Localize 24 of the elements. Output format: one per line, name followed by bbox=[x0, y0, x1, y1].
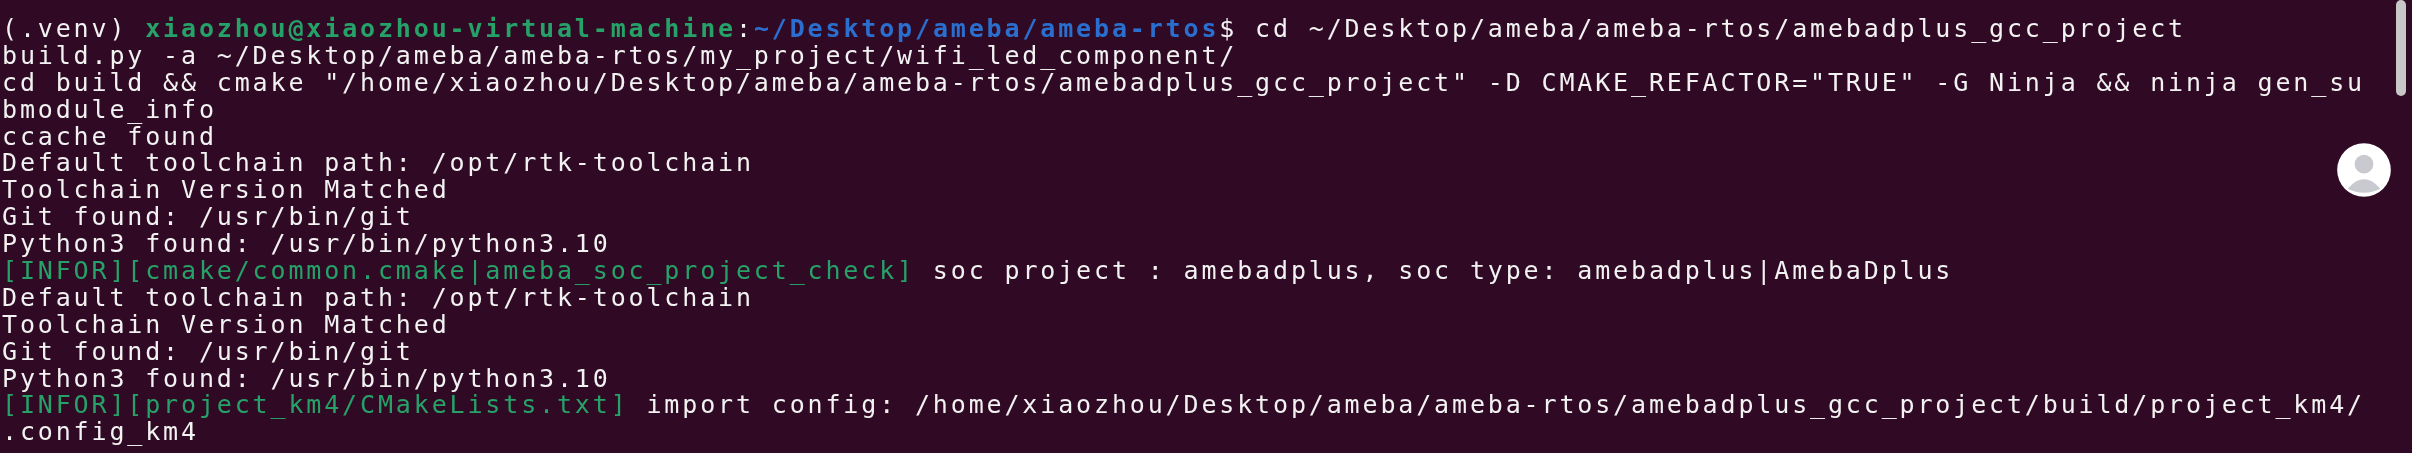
terminal-text: ~/Desktop/ameba/ameba-rtos bbox=[753, 16, 1220, 43]
terminal-text: Toolchain Version Matched bbox=[2, 311, 450, 339]
terminal-text: cd build && cmake "/home/xiaozhou/Desktop/ameba/ameba-rtos/amebadplus_gcc_project" -D CMAKE_REFACTOR="TRUE" -G Ninja && ninja gen_su bbox=[2, 69, 2365, 97]
terminal-text: .config_km4 bbox=[2, 419, 199, 447]
avatar-icon[interactable] bbox=[2336, 142, 2392, 198]
terminal-text: ccache found bbox=[2, 123, 217, 151]
terminal-text: (.venv) bbox=[2, 16, 129, 43]
terminal-text: build.py -a ~/Desktop/ameba/ameba-rtos/my_project/wifi_led_component/ bbox=[2, 42, 1238, 70]
terminal-text: Default toolchain path: /opt/rtk-toolchain bbox=[2, 284, 754, 312]
terminal-text: : bbox=[735, 16, 754, 43]
scrollbar[interactable] bbox=[2396, 0, 2406, 96]
terminal-text: bmodule_info bbox=[2, 96, 217, 124]
terminal-text: Git found: /usr/bin/git bbox=[2, 338, 414, 366]
terminal-text: Python3 found: /usr/bin/python3.10 bbox=[2, 231, 611, 258]
terminal-text: soc project : amebadplus, soc type: amebadplus|AmebaDplus bbox=[931, 258, 1954, 285]
terminal-text: $ cd ~/Desktop/ameba/ameba-rtos/amebadplus_gcc_project bbox=[1219, 16, 2186, 43]
terminal-text: xiaozhou@xiaozhou-virtual-machine bbox=[145, 16, 736, 43]
terminal-text: [INFOR][project_km4/CMakeLists.txt] bbox=[2, 392, 629, 420]
terminal-text: import config: /home/xiaozhou/Desktop/ameba/ameba-rtos/amebadplus_gcc_project/build/project_km4/ bbox=[645, 392, 2365, 420]
terminal-text: [INFOR][cmake/common.cmake|ameba_soc_project_check] bbox=[2, 258, 915, 285]
terminal-text: Toolchain Version Matched bbox=[2, 177, 450, 205]
terminal-text: Python3 found: /usr/bin/python3.10 bbox=[2, 365, 611, 393]
terminal-text: Default toolchain path: /opt/rtk-toolchain bbox=[2, 150, 754, 178]
terminal-text: Git found: /usr/bin/git bbox=[2, 204, 414, 232]
